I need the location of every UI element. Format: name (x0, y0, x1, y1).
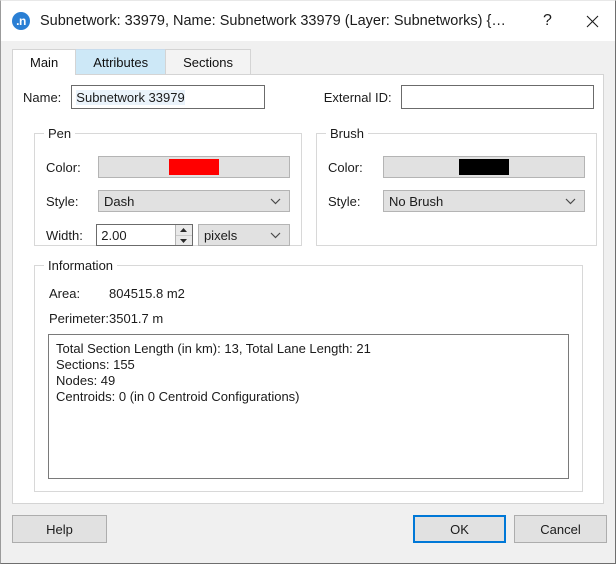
pen-group: Pen Color: Style: Dash Width: 2.00 pixel… (34, 126, 302, 246)
external-id-input[interactable] (400, 85, 594, 109)
pen-color-swatch-button[interactable] (98, 156, 290, 178)
tab-strip: Main Attributes Sections (12, 49, 604, 75)
information-details-textarea[interactable]: Total Section Length (in km): 13, Total … (48, 334, 569, 479)
pen-width-row: Width: 2.00 pixels (46, 224, 290, 246)
chevron-down-icon (565, 191, 576, 211)
title-bar: .n Subnetwork: 33979, Name: Subnetwork 3… (1, 1, 615, 41)
name-row: Name: Subnetwork 33979 External ID: (23, 85, 594, 109)
brush-color-row: Color: (328, 156, 585, 178)
spinner-up-icon[interactable] (176, 225, 192, 235)
pen-width-units-select[interactable]: pixels (197, 224, 290, 246)
pen-color-row: Color: (46, 156, 290, 178)
area-value: 804515.8 m2 (109, 286, 185, 301)
pen-style-select[interactable]: Dash (98, 190, 290, 212)
window-title: Subnetwork: 33979, Name: Subnetwork 3397… (40, 13, 506, 29)
dialog-window: .n Subnetwork: 33979, Name: Subnetwork 3… (0, 0, 616, 564)
brush-color-swatch (459, 159, 509, 175)
close-icon[interactable] (570, 1, 615, 41)
pen-width-units-value: pixels (203, 227, 238, 243)
pen-width-label: Width: (46, 227, 83, 243)
brush-style-row: Style: No Brush (328, 190, 585, 212)
pen-color-label: Color: (46, 159, 81, 175)
information-group-legend: Information (44, 258, 118, 273)
perimeter-value: 3501.7 m (109, 311, 164, 326)
name-input[interactable]: Subnetwork 33979 (71, 85, 265, 109)
spinner-down-icon[interactable] (175, 235, 192, 245)
brush-style-label: Style: (328, 193, 361, 209)
pen-color-swatch (169, 159, 219, 175)
brush-color-swatch-button[interactable] (383, 156, 585, 178)
help-icon[interactable]: ? (525, 1, 570, 41)
brush-color-label: Color: (328, 159, 363, 175)
tab-panel-main: Name: Subnetwork 33979 External ID: Pen … (12, 74, 604, 504)
name-label: Name: (23, 89, 62, 105)
area-label: Area: (49, 286, 81, 301)
brush-group: Brush Color: Style: No Brush (316, 126, 597, 246)
app-logo-glyph: .n (16, 14, 26, 28)
pen-width-value: 2.00 (101, 227, 127, 243)
pen-width-spinner-buttons[interactable] (174, 225, 192, 245)
external-id-label: External ID: (323, 89, 392, 105)
area-row: Area: 804515.8 m2 (49, 286, 185, 301)
brush-style-value: No Brush (389, 193, 444, 209)
pen-group-legend: Pen (44, 126, 76, 141)
pen-style-row: Style: Dash (46, 190, 290, 212)
perimeter-row: Perimeter:3501.7 m (49, 311, 163, 326)
dialog-footer: Help OK Cancel (1, 504, 615, 563)
chevron-down-icon (270, 225, 281, 245)
chevron-down-icon (270, 191, 281, 211)
pen-style-value: Dash (104, 193, 135, 209)
tab-main[interactable]: Main (12, 49, 77, 75)
app-logo-icon: .n (12, 12, 30, 30)
ok-button[interactable]: OK (413, 515, 506, 543)
information-group: Information Area: 804515.8 m2 Perimeter:3… (34, 258, 583, 492)
brush-group-legend: Brush (326, 126, 368, 141)
perimeter-label: Perimeter: (49, 311, 109, 326)
pen-style-label: Style: (46, 193, 79, 209)
tab-sections[interactable]: Sections (165, 49, 251, 75)
brush-style-select[interactable]: No Brush (383, 190, 585, 212)
tab-attributes[interactable]: Attributes (75, 49, 167, 75)
pen-width-spinner[interactable]: 2.00 (96, 224, 193, 246)
help-button[interactable]: Help (12, 515, 107, 543)
cancel-button[interactable]: Cancel (514, 515, 607, 543)
name-input-value: Subnetwork 33979 (76, 89, 185, 105)
